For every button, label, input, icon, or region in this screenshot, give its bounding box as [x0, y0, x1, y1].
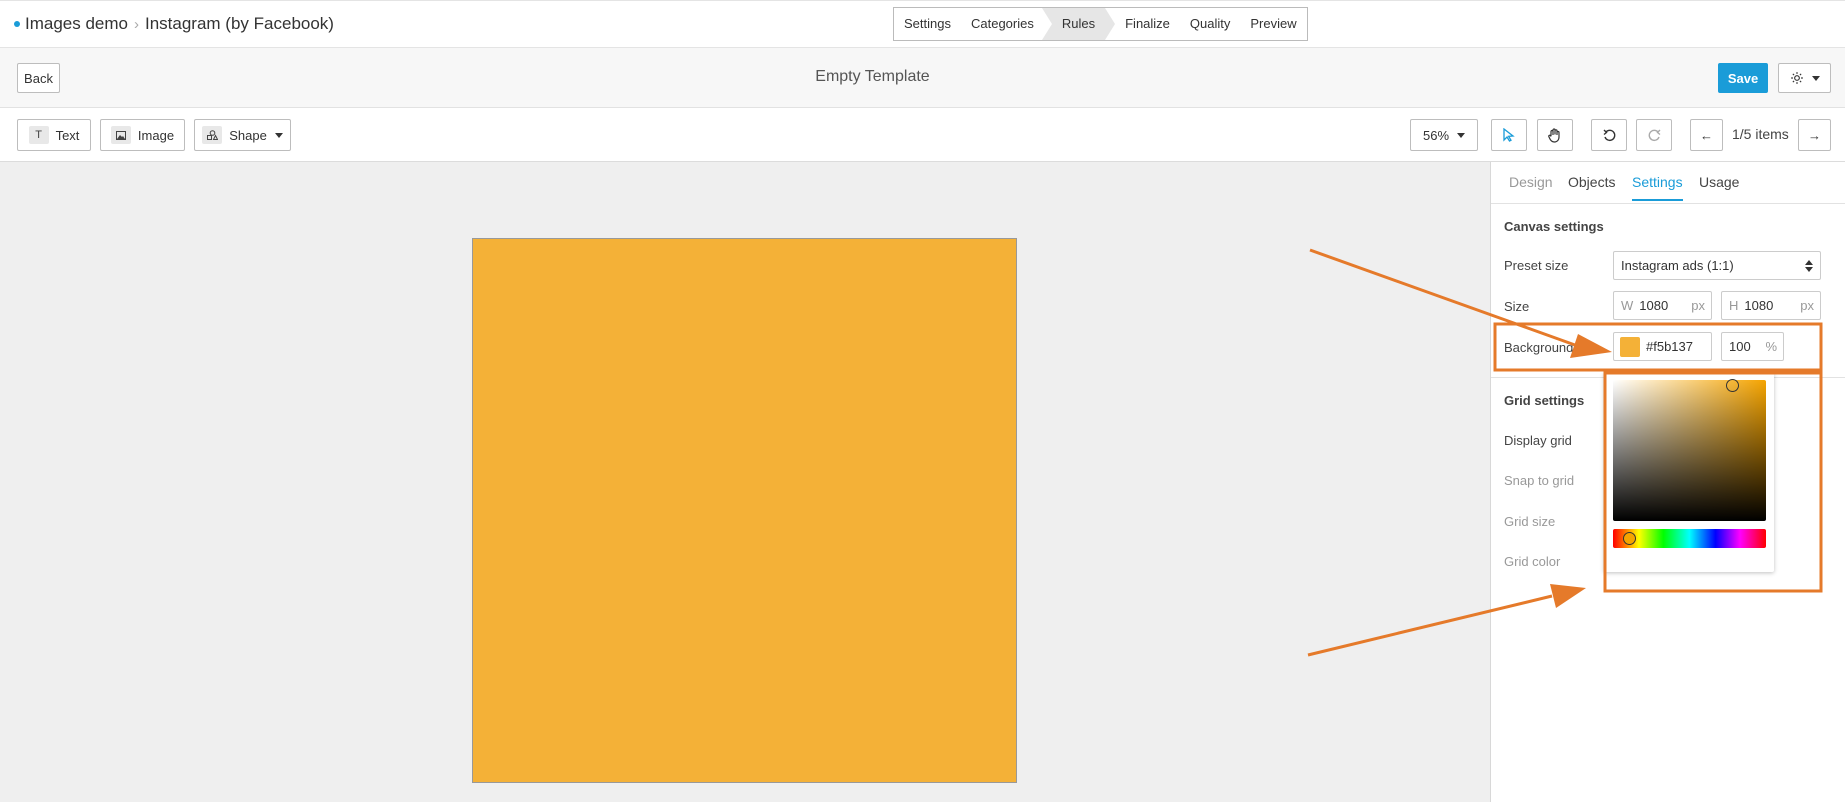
width-unit: px: [1691, 298, 1705, 313]
add-text-button[interactable]: T Text: [17, 119, 91, 151]
hue-slider[interactable]: [1613, 529, 1766, 548]
chevron-down-icon: [1811, 75, 1820, 81]
undo-icon: [1603, 129, 1615, 141]
select-tool-button[interactable]: [1491, 119, 1527, 151]
gear-icon: [1790, 72, 1803, 84]
canvas-workspace[interactable]: [0, 162, 1490, 802]
chevron-right-icon: ›: [134, 15, 139, 33]
step-settings[interactable]: Settings: [894, 8, 961, 40]
cursor-arrow-icon: [1503, 128, 1515, 142]
background-color-input[interactable]: #f5b137: [1613, 332, 1712, 361]
pagination-text: 1/5 items: [1732, 126, 1789, 142]
settings-menu-button[interactable]: [1778, 63, 1831, 93]
text-icon: T: [28, 126, 49, 144]
opacity-input[interactable]: 100 %: [1721, 332, 1784, 361]
shapes-icon: [202, 126, 223, 144]
width-prefix: W: [1621, 298, 1634, 313]
add-shape-label: Shape: [229, 127, 267, 143]
grid-color-label: Grid color: [1504, 554, 1561, 569]
add-text-label: Text: [55, 127, 80, 143]
panel-tabs: Design Objects Settings Usage: [1491, 162, 1845, 204]
add-shape-dropdown[interactable]: Shape: [194, 119, 291, 151]
page-title: Empty Template: [815, 68, 930, 85]
hue-handle[interactable]: [1623, 532, 1636, 545]
grid-size-label: Grid size: [1504, 514, 1556, 529]
tab-design[interactable]: Design: [1509, 174, 1553, 190]
step-categories[interactable]: Categories: [961, 8, 1052, 40]
zoom-value: 56%: [1422, 127, 1450, 143]
breadcrumb-template: Instagram (by Facebook): [145, 14, 334, 33]
add-image-button[interactable]: Image: [100, 119, 185, 151]
color-picker-popover: [1604, 372, 1774, 572]
color-swatch[interactable]: [1620, 336, 1640, 357]
canvas-settings-title: Canvas settings: [1504, 219, 1604, 234]
status-dot-icon: [14, 21, 20, 27]
step-preview[interactable]: Preview: [1240, 8, 1306, 40]
workflow-steps: Settings Categories Rules Finalize Quali…: [893, 7, 1308, 41]
background-label: Background: [1504, 340, 1574, 355]
design-canvas[interactable]: [472, 238, 1017, 783]
tab-settings[interactable]: Settings: [1632, 174, 1683, 201]
arrow-left-icon: ←: [1700, 127, 1713, 143]
height-unit: px: [1800, 298, 1814, 313]
tab-usage[interactable]: Usage: [1699, 174, 1739, 190]
title-bar: Back Empty Template Save: [0, 48, 1845, 108]
chevron-down-icon: [1457, 132, 1466, 138]
background-hex-value: #f5b137: [1646, 339, 1693, 354]
hand-icon: [1548, 127, 1560, 143]
height-input[interactable]: H 1080 px: [1721, 291, 1821, 320]
redo-icon: [1648, 129, 1660, 141]
next-item-button[interactable]: →: [1798, 119, 1831, 151]
display-grid-label: Display grid: [1504, 433, 1572, 448]
grid-settings-title: Grid settings: [1504, 393, 1585, 408]
image-icon: [110, 126, 131, 144]
tab-objects[interactable]: Objects: [1568, 174, 1615, 190]
opacity-value: 100: [1729, 339, 1751, 354]
step-finalize[interactable]: Finalize: [1105, 8, 1180, 40]
zoom-dropdown[interactable]: 56%: [1410, 119, 1478, 151]
step-rules[interactable]: Rules: [1051, 8, 1116, 40]
pan-tool-button[interactable]: [1537, 119, 1573, 151]
height-value: 1080: [1744, 298, 1774, 313]
properties-panel: Design Objects Settings Usage Canvas set…: [1490, 162, 1845, 802]
width-value: 1080: [1639, 298, 1669, 313]
preset-size-select[interactable]: Instagram ads (1:1): [1613, 251, 1821, 280]
arrow-right-icon: →: [1808, 127, 1821, 143]
select-arrows-icon: [1805, 260, 1813, 272]
top-navigation: Images demo › Instagram (by Facebook) Se…: [0, 0, 1845, 48]
snap-to-grid-label: Snap to grid: [1504, 473, 1575, 488]
redo-button[interactable]: [1636, 119, 1672, 151]
saturation-handle[interactable]: [1726, 379, 1739, 392]
size-label: Size: [1504, 299, 1530, 314]
add-image-label: Image: [137, 127, 175, 143]
undo-button[interactable]: [1591, 119, 1627, 151]
opacity-unit: %: [1765, 339, 1777, 354]
width-input[interactable]: W 1080 px: [1613, 291, 1712, 320]
breadcrumb: Images demo › Instagram (by Facebook): [14, 14, 334, 34]
breadcrumb-project[interactable]: Images demo: [25, 14, 128, 34]
previous-item-button[interactable]: ←: [1690, 119, 1723, 151]
preset-size-label: Preset size: [1504, 258, 1569, 273]
height-prefix: H: [1729, 298, 1739, 313]
preset-size-value: Instagram ads (1:1): [1621, 258, 1734, 273]
editor-toolbar: T Text Image Shape 56% ← 1/5 items →: [0, 108, 1845, 162]
step-quality[interactable]: Quality: [1180, 8, 1240, 40]
chevron-down-icon: [274, 132, 283, 138]
saturation-value-area[interactable]: [1613, 379, 1766, 521]
save-button[interactable]: Save: [1718, 63, 1768, 93]
